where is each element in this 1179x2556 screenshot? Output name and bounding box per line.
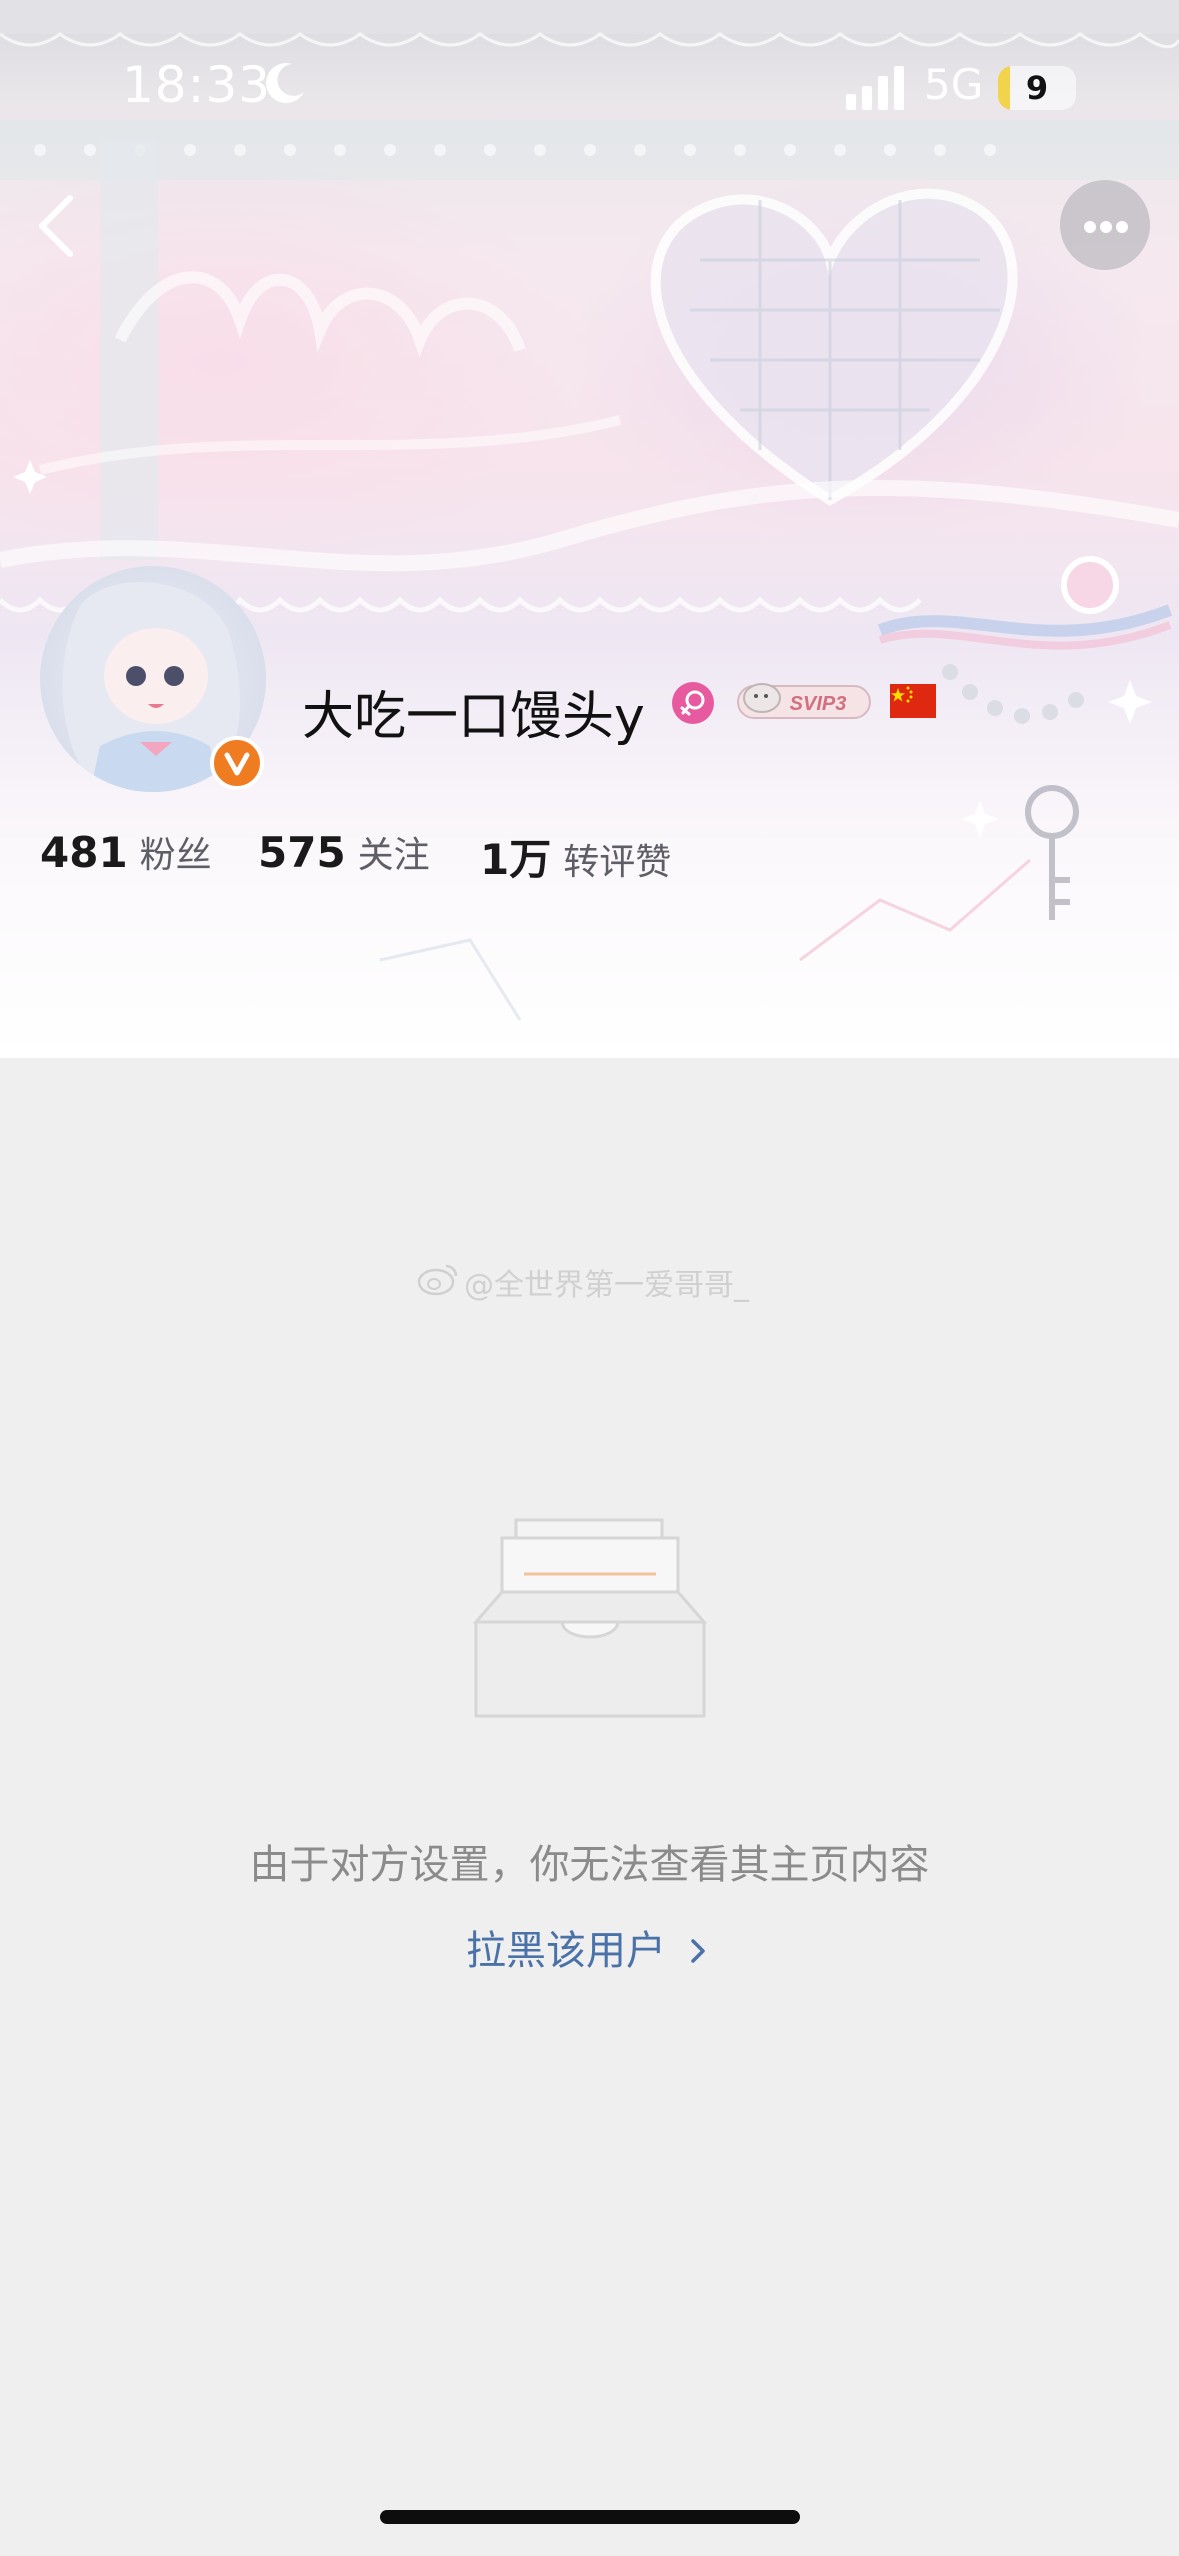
username: 大吃一口馒头y: [302, 687, 645, 747]
interactions-label: 转评赞: [563, 842, 672, 883]
followers-label: 粉丝: [139, 835, 212, 876]
verified-v-icon: [224, 752, 250, 776]
weibo-icon: [417, 1264, 458, 1296]
svip-label: SVIP3: [790, 693, 847, 715]
more-dots-icon: [1084, 221, 1096, 233]
chevron-right-icon: [690, 1939, 705, 1963]
network-label: 5G: [924, 60, 984, 109]
restricted-message: 由于对方设置，你无法查看其主页内容: [249, 1842, 930, 1888]
empty-inbox-icon: [472, 1518, 708, 1718]
moon-icon: [266, 63, 304, 104]
stat-followers[interactable]: 481 粉丝: [40, 826, 212, 886]
followers-count: 481: [40, 828, 128, 877]
following-label: 关注: [357, 835, 430, 876]
interactions-count: 1万: [480, 835, 552, 884]
watermark-text: @全世界第一爱哥哥_: [464, 1268, 749, 1303]
profile-header: 18:33 5G 9 大吃一口馒头y SVIP3 481 粉丝 575 关注 1…: [0, 0, 1179, 1058]
back-button[interactable]: [28, 186, 88, 266]
home-indicator[interactable]: [380, 2510, 800, 2524]
stat-interactions[interactable]: 1万 转评赞: [480, 826, 671, 886]
china-flag-icon: [890, 684, 936, 718]
battery-label: 9: [1025, 69, 1049, 107]
stat-following[interactable]: 575 关注: [258, 826, 430, 886]
female-icon: [672, 682, 714, 724]
more-dots-icon: [1100, 221, 1112, 233]
more-dots-icon: [1116, 221, 1128, 233]
more-button[interactable]: [1060, 180, 1150, 270]
verified-badge: [210, 736, 264, 790]
status-time: 18:33: [122, 56, 272, 114]
following-count: 575: [258, 828, 346, 877]
svip-badge[interactable]: SVIP3: [736, 678, 872, 726]
battery-indicator: 9: [998, 66, 1076, 110]
block-user-link[interactable]: 拉黑该用户: [466, 1918, 709, 1976]
block-user-label: 拉黑该用户: [466, 1928, 666, 1974]
signal-icon: [846, 66, 904, 110]
header-background-illustration: [0, 0, 1179, 1021]
